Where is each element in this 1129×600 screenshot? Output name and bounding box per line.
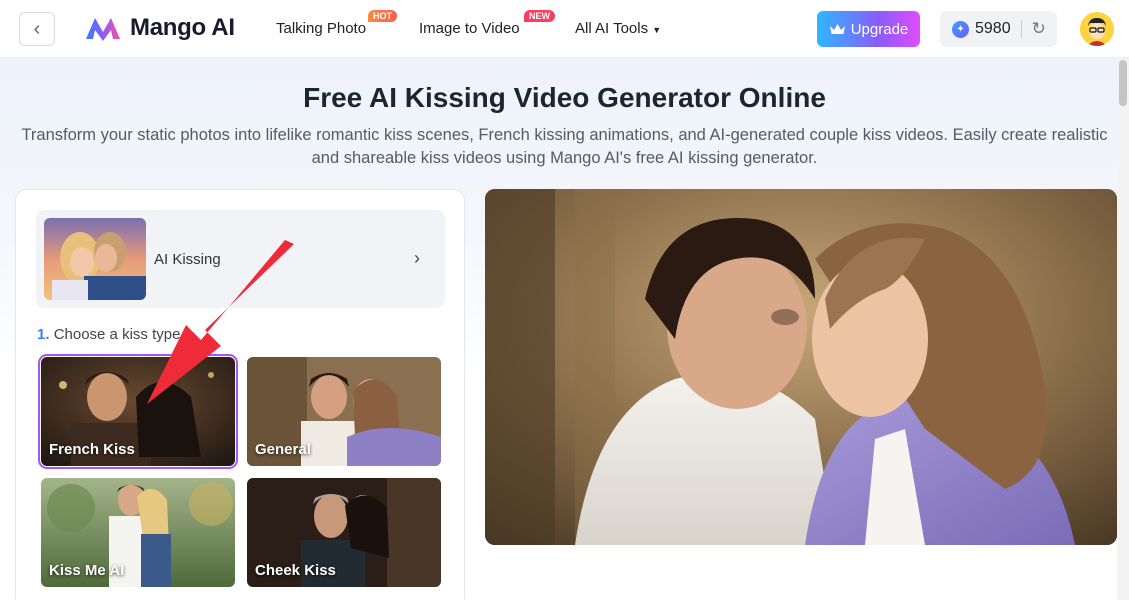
kiss-type-cheek-kiss[interactable]: Cheek Kiss	[247, 478, 441, 587]
logo[interactable]: Mango AI	[84, 14, 235, 42]
upgrade-label: Upgrade	[850, 20, 909, 38]
avatar[interactable]	[1080, 12, 1114, 46]
mango-logo-icon	[86, 18, 120, 41]
kiss-type-label: General	[255, 441, 311, 458]
kiss-type-label: Cheek Kiss	[255, 562, 336, 579]
logo-text: Mango AI	[130, 14, 235, 41]
page-description: Transform your static photos into lifeli…	[21, 126, 1108, 167]
chevron-right-icon: ›	[414, 248, 420, 268]
scrollbar[interactable]	[1117, 58, 1129, 600]
top-header: ‹ Mango AI Talking Photo HOT Image to Vi…	[0, 0, 1129, 58]
preview-image	[485, 189, 1117, 545]
caret-down-icon: ▼	[652, 25, 662, 35]
hot-badge: HOT	[368, 10, 397, 22]
model-thumbnail	[44, 218, 146, 300]
credits-display: ✦ 5980 ↻	[940, 11, 1057, 47]
back-button[interactable]: ‹	[19, 12, 55, 46]
credit-count: 5980	[975, 20, 1011, 37]
model-label: AI Kissing	[154, 251, 221, 268]
kiss-type-label: French Kiss	[49, 441, 135, 458]
page-title: Free AI Kissing Video Generator Online	[303, 82, 826, 113]
avatar-face-icon	[1080, 12, 1114, 46]
couple-kiss-preview-image	[485, 189, 1117, 545]
settings-panel: AI Kissing › 1. Choose a kiss type Frenc…	[15, 189, 465, 600]
step-number: 1.	[37, 326, 50, 343]
step-label: 1. Choose a kiss type	[37, 326, 180, 343]
nav-label: Talking Photo	[276, 20, 367, 37]
kiss-type-french-kiss[interactable]: French Kiss	[38, 354, 238, 469]
nav-label: All AI Tools	[575, 20, 649, 37]
divider	[1020, 20, 1022, 38]
crown-icon	[829, 24, 845, 34]
credit-icon: ✦	[952, 20, 969, 38]
refresh-icon[interactable]: ↻	[1032, 19, 1046, 39]
kiss-type-kiss-me-ai[interactable]: Kiss Me AI	[41, 478, 235, 587]
upgrade-button[interactable]: Upgrade	[817, 11, 920, 47]
kiss-type-general[interactable]: General	[247, 357, 441, 466]
new-badge: NEW	[524, 10, 555, 22]
nav-talking-photo[interactable]: Talking Photo HOT	[276, 10, 397, 37]
nav-image-to-video[interactable]: Image to Video NEW	[419, 10, 555, 37]
nav-label: Image to Video	[419, 20, 520, 37]
chevron-left-icon: ‹	[33, 17, 41, 40]
kiss-type-label: Kiss Me AI	[49, 562, 125, 579]
model-selector[interactable]: AI Kissing ›	[36, 210, 445, 308]
nav-all-ai-tools[interactable]: All AI Tools ▼	[575, 20, 661, 37]
step-text: Choose a kiss type	[53, 326, 181, 343]
